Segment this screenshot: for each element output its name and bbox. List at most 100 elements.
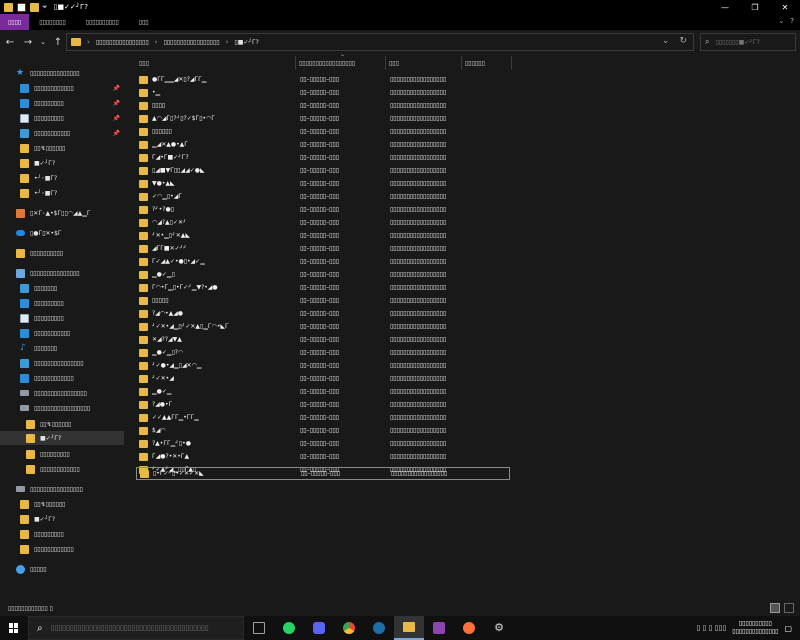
file-row[interactable]: ?╯•?●▯ ▯▯–▯▯▯▯▯–▯▯▯ ▯▯▯▯▯▯▯▯▯▯▯▯▯▯▯▯▯ [136,203,510,216]
search-box[interactable]: ⌕ [700,33,796,51]
task-view-button[interactable] [244,616,274,640]
settings-button[interactable]: ⚙ [484,616,514,640]
customize-toolbar-icon[interactable]: ⏷ [42,3,48,12]
sidebar-item-folder[interactable]: •╯◦■Г? [20,186,57,200]
refresh-icon[interactable]: ↻ [679,36,687,46]
new-folder-icon[interactable] [30,2,39,12]
sidebar-item-pictures[interactable]: ▯▯▯▯▯▯▯▯▯▯▯▯▯▯▯ [20,356,84,370]
sidebar-item-drive[interactable]: ▯▯▯▯▯▯▯▯▯▯▯▯▯▯▯▯ [16,482,83,496]
file-row[interactable]: ╯✓✕•◢▁▯╯✓✕▲▯▁Г◠•◣Г ▯▯–▯▯▯▯▯–▯▯▯ ▯▯▯▯▯▯▯▯▯▯… [136,320,510,333]
file-row[interactable]: ?◢●•Г ▯▯–▯▯▯▯▯–▯▯▯ ▯▯▯▯▯▯▯▯▯▯▯▯▯▯▯▯▯ [136,398,510,411]
column-header-date[interactable]: ▯▯▯▯▯▯▯▯▯▯▯▯▯▯▯▯▯ [296,56,386,70]
firefox-button[interactable] [454,616,484,640]
sidebar-item-documents[interactable]: ▯▯▯▯▯▯▯▯▯ [20,311,64,325]
file-row-focused[interactable]: ▯•Г✓╯▯•✓✕✓✕◣ ▯▯–▯▯▯▯▯–▯▯▯ ▯▯▯▯▯▯▯▯▯▯▯▯▯▯▯▯… [136,467,510,480]
file-row[interactable]: ?▲•ГГ▁╯▯•● ▯▯–▯▯▯▯▯–▯▯▯ ▯▯▯▯▯▯▯▯▯▯▯▯▯▯▯▯▯ [136,437,510,450]
sidebar-item-app-folder[interactable]: ▯✕Г◦▲•$Г▯▯◠◢▲▁Г [16,206,91,220]
sidebar-item-folder[interactable]: ▯▯↯▯▯▯▯▯▯ [20,141,65,155]
chevron-right-icon[interactable]: › [87,38,90,46]
breadcrumb-item[interactable]: ▯▯▯▯▯▯▯▯▯▯▯▯▯▯▯▯ [96,39,149,46]
file-row[interactable]: ✓✓▲▲ГГ▁•ГГ▁ ▯▯–▯▯▯▯▯–▯▯▯ ▯▯▯▯▯▯▯▯▯▯▯▯▯▯▯▯▯ [136,411,510,424]
taskbar-search-input[interactable] [50,624,241,632]
sidebar-item-documents[interactable]: ▯▯▯▯▯▯▯▯▯ 📌 [20,111,126,125]
sidebar-item-desktop[interactable]: ▯▯▯▯▯▯▯▯▯▯▯▯ 📌 [20,81,126,95]
sidebar-item-desktop[interactable]: ▯▯▯▯▯▯▯▯▯ [20,296,64,310]
file-row[interactable]: $◢◠ ▯▯–▯▯▯▯▯–▯▯▯ ▯▯▯▯▯▯▯▯▯▯▯▯▯▯▯▯▯ [136,424,510,437]
sidebar-item-folder[interactable]: ▯▯↯▯▯▯▯▯▯ [20,497,65,511]
sidebar-item-music[interactable]: ♪ ▯▯▯▯▯▯▯ [20,341,57,355]
file-row[interactable]: ▯◢■▼Г▯▯◢◢✓●◣ ▯▯–▯▯▯▯▯–▯▯▯ ▯▯▯▯▯▯▯▯▯▯▯▯▯▯▯▯… [136,164,510,177]
file-row[interactable]: Г✓◢▲✓•●▯•◢✓▁ ▯▯–▯▯▯▯▯–▯▯▯ ▯▯▯▯▯▯▯▯▯▯▯▯▯▯▯▯… [136,255,510,268]
file-row[interactable]: ▁●✓▁▯ ▯▯–▯▯▯▯▯–▯▯▯ ▯▯▯▯▯▯▯▯▯▯▯▯▯▯▯▯▯ [136,268,510,281]
chevron-right-icon[interactable]: › [226,38,229,46]
help-icon[interactable]: ? [790,17,794,25]
sidebar-item-folder[interactable]: ■✓╯Г? [20,512,55,526]
file-row[interactable]: ▲◠◢Г▯?╯▯?✓$Г▯•◠Г ▯▯–▯▯▯▯▯–▯▯▯ ▯▯▯▯▯▯▯▯▯▯▯▯… [136,112,510,125]
app-c-button[interactable] [424,616,454,640]
discord-button[interactable] [304,616,334,640]
details-view-button[interactable] [770,603,780,613]
sidebar-item-pictures[interactable]: ▯▯▯▯▯▯▯▯▯▯▯ 📌 [20,126,126,140]
sidebar-item-quick-access[interactable]: ★ ▯▯▯▯▯▯▯▯▯▯▯▯▯▯▯ [16,66,80,80]
maximize-button[interactable]: ❐ [740,0,770,14]
file-row[interactable]: ▯▯▯▯▯▯ ▯▯–▯▯▯▯▯–▯▯▯ ▯▯▯▯▯▯▯▯▯▯▯▯▯▯▯▯▯ [136,125,510,138]
up-button[interactable]: ↑ [50,34,66,50]
recent-locations-button[interactable]: ⌄ [38,34,48,50]
sidebar-item-this-pc[interactable]: ▯▯▯▯▯▯▯▯▯▯▯▯▯▯▯ [16,266,80,280]
file-row[interactable]: ●ГГ▁▁◢✕▯?◢ГГ▁ ▯▯–▯▯▯▯▯–▯▯▯ ▯▯▯▯▯▯▯▯▯▯▯▯▯▯▯… [136,73,510,86]
sidebar-item-3d-objects[interactable]: ▯▯▯▯▯▯▯ [20,281,57,295]
file-row[interactable]: ◠◢?▲▯✓✕╯ ▯▯–▯▯▯▯▯–▯▯▯ ▯▯▯▯▯▯▯▯▯▯▯▯▯▯▯▯▯ [136,216,510,229]
sidebar-item-folder[interactable]: •╯◦■Г? [20,171,57,185]
sidebar-item-drive[interactable]: ▯▯▯▯▯▯▯▯▯▯▯▯▯▯▯▯ [20,386,87,400]
file-explorer-button[interactable] [394,616,424,640]
sidebar-item-folder[interactable]: ▯▯▯▯▯▯▯▯▯ [26,447,70,461]
large-icons-view-button[interactable] [784,603,794,613]
column-header-size[interactable]: ▯▯▯▯▯▯ [462,56,512,70]
sidebar-item-folder[interactable]: ▯▯↯▯▯▯▯▯▯ [26,417,71,431]
sidebar-item-downloads[interactable]: ▯▯▯▯▯▯▯▯▯ 📌 [20,96,126,110]
properties-icon[interactable] [17,2,26,12]
sidebar-item-onedrive[interactable]: ▯●Г▯✕•$Г [16,226,62,240]
tab-share[interactable]: ▯▯▯▯▯▯▯▯▯▯ [76,14,129,30]
breadcrumb-item[interactable]: ▯▯▯▯▯▯▯▯▯▯▯▯▯▯▯▯▯ [163,39,219,46]
forward-button[interactable]: → [20,34,36,50]
start-button[interactable] [0,616,28,640]
file-row[interactable]: ▯▯▯▯▯ ▯▯–▯▯▯▯▯–▯▯▯ ▯▯▯▯▯▯▯▯▯▯▯▯▯▯▯▯▯ [136,294,510,307]
file-row[interactable]: ▁●✓▁ ▯▯–▯▯▯▯▯–▯▯▯ ▯▯▯▯▯▯▯▯▯▯▯▯▯▯▯▯▯ [136,385,510,398]
sidebar-item-share[interactable]: ▯▯▯▯▯▯▯▯▯▯ [16,246,63,260]
file-row[interactable]: ✕◢??◢▼▲ ▯▯–▯▯▯▯▯–▯▯▯ ▯▯▯▯▯▯▯▯▯▯▯▯▯▯▯▯▯ [136,333,510,346]
whatsapp-button[interactable] [274,616,304,640]
sidebar-item-videos[interactable]: ▯▯▯▯▯▯▯▯▯▯▯▯ [20,371,74,385]
file-row[interactable]: ▼●•▲◣ ▯▯–▯▯▯▯▯–▯▯▯ ▯▯▯▯▯▯▯▯▯▯▯▯▯▯▯▯▯ [136,177,510,190]
file-row[interactable]: Г◠•Г▁▯•Г✓╯▁▼?•◢● ▯▯–▯▯▯▯▯–▯▯▯ ▯▯▯▯▯▯▯▯▯▯▯▯… [136,281,510,294]
file-row[interactable]: ▯▯▯▯ ▯▯–▯▯▯▯▯–▯▯▯ ▯▯▯▯▯▯▯▯▯▯▯▯▯▯▯▯▯ [136,99,510,112]
tab-file[interactable]: ▯▯▯▯ [0,14,30,30]
steam-button[interactable] [364,616,394,640]
column-header-type[interactable]: ▯▯▯ [386,56,462,70]
file-row[interactable]: Г◢•Г■✓╯Г? ▯▯–▯▯▯▯▯–▯▯▯ ▯▯▯▯▯▯▯▯▯▯▯▯▯▯▯▯▯ [136,151,510,164]
file-row[interactable]: ?◢◠•▲◢● ▯▯–▯▯▯▯▯–▯▯▯ ▯▯▯▯▯▯▯▯▯▯▯▯▯▯▯▯▯ [136,307,510,320]
tab-home[interactable]: ▯▯▯▯▯▯▯▯ [29,14,75,30]
tab-view[interactable]: ▯▯▯ [129,14,159,30]
expand-ribbon-icon[interactable]: ⌄ [778,17,784,25]
chrome-button[interactable] [334,616,364,640]
sidebar-item-folder[interactable]: ▯▯▯▯▯▯▯▯▯▯▯▯ [20,542,74,556]
clock[interactable]: ▯▯▯▯▯▯▯▯▯▯ ▯▯▯▯▯▯▯▯▯▯▯▯▯▯ [732,620,778,636]
search-input[interactable] [715,38,795,46]
sidebar-item-network[interactable]: ▯▯▯▯▯ [16,562,47,576]
file-row[interactable]: ◢ГГ■✕✓╯╯ ▯▯–▯▯▯▯▯–▯▯▯ ▯▯▯▯▯▯▯▯▯▯▯▯▯▯▯▯▯ [136,242,510,255]
sidebar-item-folder[interactable]: ▯▯▯▯▯▯▯▯▯ [20,527,64,541]
breadcrumb-current[interactable]: ▯■✓╯Г? [234,39,258,46]
taskbar-search[interactable]: ⌕ [28,616,244,640]
sidebar-item-folder[interactable]: ▯▯▯▯▯▯▯▯▯▯▯▯ [26,462,80,476]
address-bar[interactable]: › ▯▯▯▯▯▯▯▯▯▯▯▯▯▯▯▯ › ▯▯▯▯▯▯▯▯▯▯▯▯▯▯▯▯▯ ›… [66,33,694,51]
column-header-name[interactable]: ▯▯▯ [136,56,296,70]
file-row[interactable]: ✓◠▁▯•◢Г ▯▯–▯▯▯▯▯–▯▯▯ ▯▯▯▯▯▯▯▯▯▯▯▯▯▯▯▯▯ [136,190,510,203]
back-button[interactable]: ← [2,34,18,50]
file-row[interactable]: ╯✕•▁▯╯✕▲◣ ▯▯–▯▯▯▯▯–▯▯▯ ▯▯▯▯▯▯▯▯▯▯▯▯▯▯▯▯▯ [136,229,510,242]
sidebar-item-downloads[interactable]: ▯▯▯▯▯▯▯▯▯▯▯ [20,326,70,340]
sidebar-item-folder[interactable]: ■✓╯Г? [20,156,55,170]
close-button[interactable]: ✕ [770,0,800,14]
file-row[interactable]: •▁ ▯▯–▯▯▯▯▯–▯▯▯ ▯▯▯▯▯▯▯▯▯▯▯▯▯▯▯▯▯ [136,86,510,99]
file-row[interactable]: ▁●✓▁▯?◠ ▯▯–▯▯▯▯▯–▯▯▯ ▯▯▯▯▯▯▯▯▯▯▯▯▯▯▯▯▯ [136,346,510,359]
